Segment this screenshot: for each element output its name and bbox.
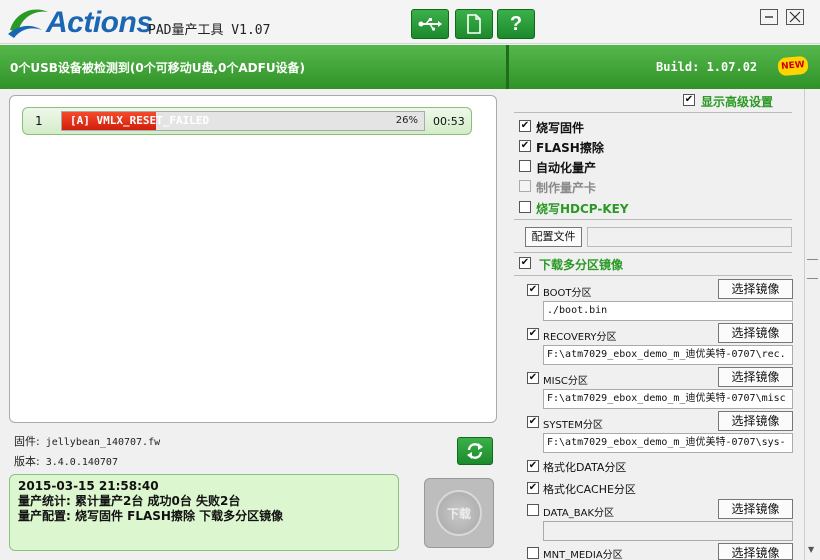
close-button[interactable] <box>786 9 804 25</box>
format-data-checkbox[interactable] <box>527 460 539 472</box>
version-value: 3.4.0.140707 <box>45 457 118 468</box>
brand-name: Actions <box>46 6 153 39</box>
misc-partition-checkbox[interactable] <box>527 372 539 384</box>
scroll-down-arrow-icon[interactable]: ▼ <box>808 545 814 554</box>
misc-select-image-button[interactable]: 选择镜像 <box>718 367 793 387</box>
device-detected-status: 0个USB设备被检测到(0个可移动U盘,0个ADFU设备) <box>10 61 306 75</box>
minimize-button[interactable] <box>760 9 778 25</box>
system-select-image-button[interactable]: 选择镜像 <box>718 411 793 431</box>
auto-production-label: 自动化量产 <box>536 161 597 175</box>
data-bak-select-image-button[interactable]: 选择镜像 <box>718 499 793 519</box>
system-partition-label: SYSTEM分区 <box>543 420 603 431</box>
multi-partition-checkbox[interactable] <box>519 257 531 269</box>
refresh-icon <box>467 443 483 459</box>
device-progress-bar: [A] VMLX_RESET_FAILED 26% <box>61 111 425 131</box>
document-icon <box>467 14 481 34</box>
data-bak-image-path[interactable] <box>543 521 793 541</box>
scrollbar-thumb[interactable] <box>807 259 818 279</box>
log-stats: 量产统计: 累计量产2台 成功0台 失败2台 <box>18 494 241 508</box>
data-bak-partition-label: DATA_BAK分区 <box>543 508 615 519</box>
device-list-panel: 1 [A] VMLX_RESET_FAILED 26% 00:53 <box>9 95 497 423</box>
make-card-checkbox[interactable] <box>519 180 531 192</box>
boot-partition-label: BOOT分区 <box>543 288 592 299</box>
boot-select-image-button[interactable]: 选择镜像 <box>718 279 793 299</box>
download-button[interactable]: 下载 <box>424 478 494 548</box>
usb-button[interactable] <box>411 9 449 39</box>
firmware-value: jellybean_140707.fw <box>45 437 161 448</box>
usb-icon <box>418 18 442 31</box>
minimize-icon <box>765 16 773 18</box>
title-bar: Actions PAD量产工具 V1.07 ? <box>0 0 820 44</box>
boot-image-path[interactable]: ./boot.bin <box>543 301 793 321</box>
settings-scrollbar[interactable]: ▼ <box>804 89 820 560</box>
status-divider <box>506 45 509 89</box>
format-data-label: 格式化DATA分区 <box>543 461 627 474</box>
log-config: 量产配置: 烧写固件 FLASH擦除 下载多分区镜像 <box>18 509 284 523</box>
recovery-image-path[interactable]: F:\atm7029_ebox_demo_m_迪优美特-0707\rec. <box>543 345 793 365</box>
device-progress-percent: 26% <box>395 115 418 126</box>
document-button[interactable] <box>455 9 493 39</box>
device-row[interactable]: 1 [A] VMLX_RESET_FAILED 26% 00:53 <box>22 107 472 135</box>
make-card-label: 制作量产卡 <box>536 181 597 195</box>
question-mark-icon: ? <box>509 12 523 35</box>
build-version: Build: 1.07.02 <box>656 60 758 74</box>
version-label: 版本: <box>14 455 40 468</box>
flash-erase-checkbox[interactable] <box>519 140 531 152</box>
advanced-settings-checkbox[interactable] <box>683 94 695 106</box>
format-cache-label: 格式化CACHE分区 <box>543 483 636 496</box>
config-file-button[interactable]: 配置文件 <box>525 227 582 247</box>
burn-hdcp-checkbox[interactable] <box>519 201 531 213</box>
firmware-info: 固件: jellybean_140707.fw <box>14 433 160 449</box>
system-partition-checkbox[interactable] <box>527 416 539 428</box>
burn-hdcp-label: 烧写HDCP-KEY <box>536 202 629 216</box>
recovery-partition-checkbox[interactable] <box>527 328 539 340</box>
misc-image-path[interactable]: F:\atm7029_ebox_demo_m_迪优美特-0707\misc <box>543 389 793 409</box>
format-cache-checkbox[interactable] <box>527 482 539 494</box>
version-info: 版本: 3.4.0.140707 <box>14 453 118 469</box>
divider <box>514 219 792 220</box>
mnt-media-partition-label: MNT_MEDIA分区 <box>543 550 623 560</box>
divider <box>514 112 792 113</box>
mnt-media-partition-checkbox[interactable] <box>527 547 539 559</box>
download-label: 下载 <box>436 490 482 536</box>
status-bar: 0个USB设备被检测到(0个可移动U盘,0个ADFU设备) Build: 1.0… <box>0 45 820 89</box>
recovery-select-image-button[interactable]: 选择镜像 <box>718 323 793 343</box>
advanced-settings-label: 显示高级设置 <box>701 95 774 109</box>
new-badge: NEW <box>777 55 809 77</box>
boot-partition-checkbox[interactable] <box>527 284 539 296</box>
logo-swoosh-icon <box>8 9 48 38</box>
flash-erase-label: FLASH擦除 <box>536 141 604 155</box>
refresh-button[interactable] <box>457 437 493 465</box>
log-timestamp: 2015-03-15 21:58:40 <box>18 479 159 493</box>
device-index: 1 <box>35 114 43 128</box>
recovery-partition-label: RECOVERY分区 <box>543 332 617 343</box>
misc-partition-label: MISC分区 <box>543 376 588 387</box>
multi-partition-label: 下载多分区镜像 <box>539 258 624 272</box>
system-image-path[interactable]: F:\atm7029_ebox_demo_m_迪优美特-0707\sys- <box>543 433 793 453</box>
auto-production-checkbox[interactable] <box>519 160 531 172</box>
firmware-label: 固件: <box>14 435 40 448</box>
divider <box>514 275 792 276</box>
burn-firmware-checkbox[interactable] <box>519 120 531 132</box>
app-title: PAD量产工具 V1.07 <box>148 23 271 38</box>
device-elapsed-time: 00:53 <box>433 115 465 128</box>
close-icon <box>789 11 801 23</box>
device-status-label: [A] VMLX_RESET_FAILED <box>70 114 210 127</box>
burn-firmware-label: 烧写固件 <box>536 121 585 135</box>
production-log: 2015-03-15 21:58:40 量产统计: 累计量产2台 成功0台 失败… <box>9 474 399 551</box>
divider <box>514 252 792 253</box>
help-button[interactable]: ? <box>497 9 535 39</box>
actions-logo: Actions <box>6 4 153 40</box>
config-file-field[interactable] <box>587 227 792 247</box>
mnt-media-select-image-button[interactable]: 选择镜像 <box>718 543 793 560</box>
data-bak-partition-checkbox[interactable] <box>527 504 539 516</box>
